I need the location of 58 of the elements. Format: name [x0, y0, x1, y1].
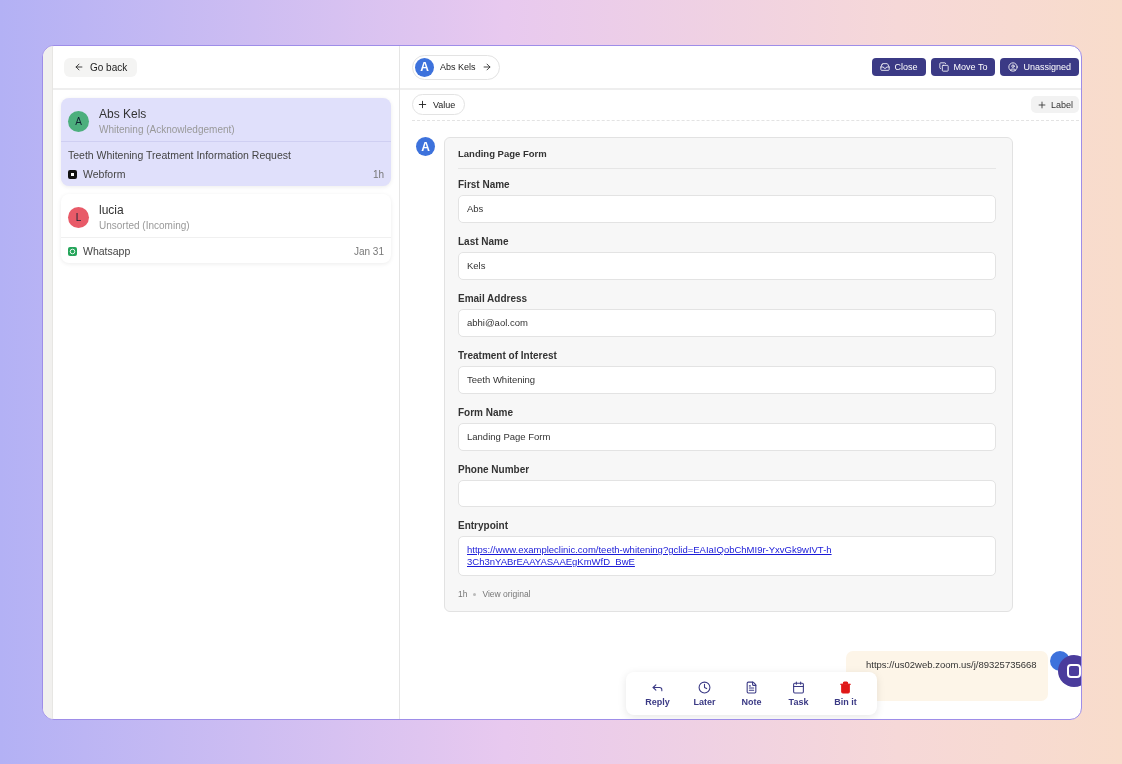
arrow-left-icon — [74, 62, 84, 72]
conversation-time: 1h — [372, 169, 384, 180]
trash-icon — [839, 681, 852, 694]
go-back-button[interactable]: Go back — [64, 57, 138, 77]
conversation-time: Jan 31 — [353, 246, 384, 257]
conversation-card[interactable]: L lucia Unsorted (Incoming) Whatsapp Jan 31 — [61, 194, 391, 263]
plus-icon — [417, 99, 428, 110]
reply-arrow-icon — [651, 681, 664, 694]
calendar-icon — [792, 681, 805, 694]
field-label: Treatment of Interest — [458, 350, 558, 361]
field-value: Kels — [458, 252, 996, 280]
separator-dot-icon — [473, 592, 477, 596]
field-value: Teeth Whitening — [458, 366, 996, 394]
conversation-category: Whitening (Acknowledgement) — [99, 124, 235, 135]
document-icon — [745, 681, 758, 694]
header-button[interactable]: Close — [871, 58, 926, 76]
message-time: 1h — [458, 589, 468, 599]
field-label: First Name — [458, 179, 511, 190]
avatar: L — [68, 206, 89, 228]
action-button[interactable]: Reply — [634, 681, 681, 707]
add-value-button[interactable]: Value — [412, 94, 466, 115]
field-label: Last Name — [458, 236, 510, 247]
add-label-button[interactable]: Label — [1030, 96, 1079, 113]
copy-icon — [938, 62, 949, 72]
webform-icon — [68, 169, 77, 179]
conversation-subject: Teeth Whitening Treatment Information Request — [68, 149, 292, 161]
channel-name: Webform — [83, 168, 126, 180]
plus-icon — [1036, 99, 1047, 110]
conversation-card[interactable]: A Abs Kels Whitening (Acknowledgement) Teeth Whitening Treatment Information Request Webform 1h — [61, 98, 391, 186]
clock-icon — [698, 681, 711, 694]
avatar: A — [415, 57, 434, 77]
field-value: Abs — [458, 195, 996, 223]
whatsapp-icon — [68, 246, 77, 256]
header-button[interactable]: Move To — [930, 58, 996, 76]
action-button[interactable]: Note — [728, 681, 775, 707]
action-button[interactable]: Later — [681, 681, 728, 707]
action-button[interactable]: Task — [775, 681, 822, 707]
contact-name: Abs Kels — [99, 107, 148, 121]
avatar: A — [416, 137, 435, 156]
entrypoint-link[interactable]: https://www.exampleclinic.com/teeth-whitening?gclid=EAIaIQobChMI9r-YxvGk9wIVT-h3Ch3nYABrEAAYASAAEgKmWfD_BwE — [467, 544, 832, 568]
field-value: abhi@aol.com — [458, 309, 996, 337]
field-label: Entrypoint — [458, 520, 509, 531]
field-value: Landing Page Form — [458, 423, 996, 451]
avatar: A — [68, 110, 89, 132]
arrow-right-icon — [481, 62, 492, 72]
field-label: Form Name — [458, 407, 514, 418]
view-original-link[interactable]: View original — [482, 589, 531, 599]
inbox-icon — [879, 62, 890, 72]
form-title: Landing Page Form — [458, 148, 996, 169]
contact-name: lucia — [99, 203, 125, 217]
field-label: Phone Number — [458, 464, 531, 475]
header-button[interactable]: Unassigned — [1000, 58, 1079, 76]
user-icon — [1008, 62, 1019, 72]
conversation-category: Unsorted (Incoming) — [99, 220, 190, 231]
channel-name: Whatsapp — [83, 245, 131, 257]
field-label: Email Address — [458, 293, 529, 304]
chat-widget-button[interactable] — [1058, 655, 1081, 687]
contact-name: Abs Kels — [440, 62, 476, 72]
